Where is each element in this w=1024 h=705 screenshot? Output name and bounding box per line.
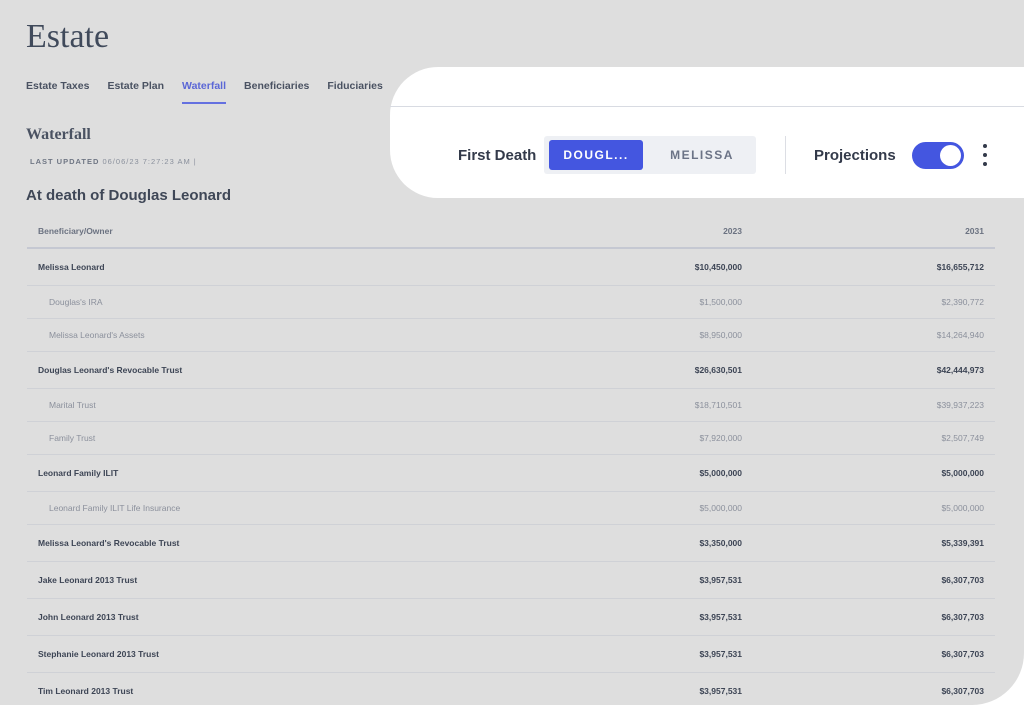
row-value-2031: $6,307,703	[941, 612, 984, 622]
row-name: John Leonard 2013 Trust	[38, 612, 139, 622]
toolbar-separator	[785, 136, 786, 174]
row-value-2023: $5,000,000	[699, 503, 742, 513]
first-death-selector: DOUGL... MELISSA	[544, 136, 756, 174]
section-title: Waterfall	[26, 126, 91, 143]
row-value-2031: $6,307,703	[941, 686, 984, 696]
toggle-knob	[940, 145, 961, 166]
row-value-2023: $1,500,000	[699, 297, 742, 307]
row-name: Melissa Leonard's Assets	[49, 330, 145, 340]
header-year-2031: 2031	[965, 225, 984, 236]
row-name: Douglas's IRA	[49, 297, 103, 307]
row-name: Leonard Family ILIT	[38, 468, 119, 478]
toolbar-divider-line	[390, 106, 1024, 107]
table-row[interactable]: Family Trust $7,920,000 $2,507,749	[27, 422, 995, 455]
row-value-2031: $5,000,000	[941, 468, 984, 478]
table-row[interactable]: Melissa Leonard's Revocable Trust $3,350,…	[27, 525, 995, 562]
row-value-2031: $14,264,940	[936, 330, 984, 340]
table-row[interactable]: Melissa Leonard $10,450,000 $16,655,712	[27, 249, 995, 286]
death-heading: At death of Douglas Leonard	[26, 187, 232, 204]
row-value-2031: $2,390,772	[941, 297, 984, 307]
row-value-2031: $6,307,703	[941, 575, 984, 585]
tab-estate-plan[interactable]: Estate Plan	[107, 80, 164, 104]
row-value-2023: $3,957,531	[699, 575, 742, 585]
more-dot	[983, 153, 987, 157]
table-body: Melissa Leonard $10,450,000 $16,655,712 Dou…	[27, 249, 995, 705]
table-header: Beneficiary/Owner 2023 2031	[27, 214, 995, 249]
table-row[interactable]: Stephanie Leonard 2013 Trust $3,957,531 $6…	[27, 636, 995, 673]
tab-estate-taxes[interactable]: Estate Taxes	[26, 80, 89, 104]
row-value-2031: $6,307,703	[941, 649, 984, 659]
page-title: Estate	[26, 18, 110, 55]
more-dot	[983, 144, 987, 148]
row-value-2023: $3,957,531	[699, 649, 742, 659]
table-row[interactable]: Leonard Family ILIT $5,000,000 $5,000,000	[27, 455, 995, 492]
waterfall-table: Beneficiary/Owner 2023 2031 Melissa Leon…	[27, 214, 995, 705]
tab-bar: Estate Taxes Estate Plan Waterfall Benef…	[26, 80, 383, 104]
row-name: Marital Trust	[49, 400, 96, 410]
row-value-2023: $26,630,501	[694, 365, 742, 375]
row-name: Jake Leonard 2013 Trust	[38, 575, 138, 585]
row-value-2023: $3,350,000	[699, 538, 742, 548]
projections-label: Projections	[814, 147, 896, 164]
first-death-option-douglas[interactable]: DOUGL...	[549, 140, 643, 170]
row-value-2023: $18,710,501	[694, 400, 742, 410]
last-updated-value: 06/06/23 7:27:23 AM |	[102, 157, 197, 166]
table-row[interactable]: Melissa Leonard's Assets $8,950,000 $14,26…	[27, 319, 995, 352]
tab-waterfall[interactable]: Waterfall	[182, 80, 227, 104]
table-row[interactable]: Marital Trust $18,710,501 $39,937,223	[27, 389, 995, 422]
row-value-2023: $8,950,000	[699, 330, 742, 340]
table-row[interactable]: John Leonard 2013 Trust $3,957,531 $6,307,…	[27, 599, 995, 636]
first-death-toolbar: First Death DOUGL... MELISSA Projections	[390, 67, 1024, 198]
row-value-2023: $3,957,531	[699, 686, 742, 696]
row-value-2031: $39,937,223	[936, 400, 984, 410]
row-value-2023: $5,000,000	[699, 468, 742, 478]
row-value-2023: $3,957,531	[699, 612, 742, 622]
first-death-label: First Death	[458, 147, 537, 164]
tab-fiduciaries[interactable]: Fiduciaries	[327, 80, 382, 104]
more-dot	[983, 162, 987, 166]
more-vertical-icon[interactable]	[978, 143, 992, 169]
row-name: Tim Leonard 2013 Trust	[38, 686, 134, 696]
table-row[interactable]: Douglas Leonard's Revocable Trust $26,630…	[27, 352, 995, 389]
header-beneficiary: Beneficiary/Owner	[38, 225, 113, 236]
first-death-option-melissa[interactable]: MELISSA	[652, 140, 752, 170]
row-value-2031: $5,000,000	[941, 503, 984, 513]
row-name: Melissa Leonard	[38, 262, 105, 272]
table-row[interactable]: Tim Leonard 2013 Trust $3,957,531 $6,307,7…	[27, 673, 995, 705]
row-value-2031: $42,444,973	[936, 365, 984, 375]
row-value-2023: $10,450,000	[694, 262, 742, 272]
row-value-2031: $16,655,712	[936, 262, 984, 272]
header-year-2023: 2023	[723, 225, 742, 236]
table-row[interactable]: Jake Leonard 2013 Trust $3,957,531 $6,307,…	[27, 562, 995, 599]
row-name: Douglas Leonard's Revocable Trust	[38, 365, 183, 375]
tab-beneficiaries[interactable]: Beneficiaries	[244, 80, 309, 104]
row-value-2023: $7,920,000	[699, 433, 742, 443]
row-value-2031: $5,339,391	[941, 538, 984, 548]
row-name: Leonard Family ILIT Life Insurance	[49, 503, 181, 513]
row-name: Melissa Leonard's Revocable Trust	[38, 538, 180, 548]
row-name: Stephanie Leonard 2013 Trust	[38, 649, 159, 659]
table-row[interactable]: Leonard Family ILIT Life Insurance $5,000…	[27, 492, 995, 525]
projections-toggle[interactable]	[912, 142, 964, 169]
table-row[interactable]: Douglas's IRA $1,500,000 $2,390,772	[27, 286, 995, 319]
row-name: Family Trust	[49, 433, 96, 443]
row-value-2031: $2,507,749	[941, 433, 984, 443]
last-updated: LAST UPDATED 06/06/23 7:27:23 AM |	[30, 157, 197, 166]
last-updated-label: LAST UPDATED	[30, 157, 100, 166]
